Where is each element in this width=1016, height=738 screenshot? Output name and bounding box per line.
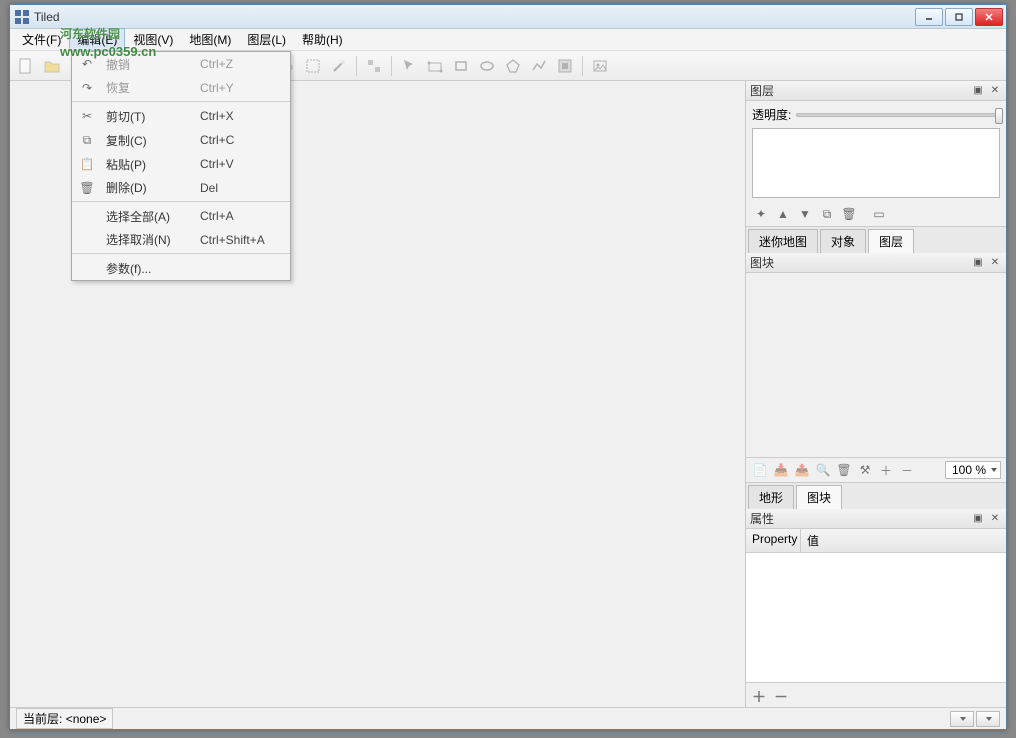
menubar: 文件(F) 编辑(E) 视图(V) 地图(M) 图层(L) 帮助(H) [10, 29, 1006, 51]
remove-prop-icon[interactable]: － [774, 687, 790, 703]
edit-dropdown: ↶撤销Ctrl+Z↷恢复Ctrl+Y✂剪切(T)Ctrl+X⧉复制(C)Ctrl… [71, 51, 291, 281]
opacity-slider[interactable] [796, 113, 1000, 117]
menu-file[interactable]: 文件(F) [14, 28, 69, 51]
insert-ellipse-icon[interactable] [475, 54, 499, 78]
delete-layer-icon[interactable]: 🗑 [840, 205, 858, 223]
insert-image-icon[interactable] [588, 54, 612, 78]
status-dropdown-1[interactable] [950, 711, 974, 727]
insert-tile-icon[interactable] [553, 54, 577, 78]
menu-item-剪切(T)[interactable]: ✂剪切(T)Ctrl+X [72, 104, 290, 128]
layers-title-text: 图层 [750, 82, 774, 99]
app-icon [14, 9, 30, 25]
props-title-text: 属性 [750, 510, 774, 527]
menu-help[interactable]: 帮助(H) [294, 28, 351, 51]
menu-layer[interactable]: 图层(L) [239, 28, 294, 51]
prop-header: Property 值 [746, 529, 1006, 553]
titlebar: Tiled [10, 5, 1006, 29]
edit-terrain-icon[interactable]: ⚒ [856, 461, 874, 479]
tiles-panel-title: 图块 ▣ ✕ [746, 253, 1006, 273]
menu-item-参数(f)...[interactable]: 参数(f)... [72, 256, 290, 280]
status-dropdown-2[interactable] [976, 711, 1000, 727]
add-tile-icon[interactable]: ＋ [877, 461, 895, 479]
new-tileset-icon[interactable]: 📄 [751, 461, 769, 479]
tab-objects[interactable]: 对象 [820, 229, 866, 253]
window-title: Tiled [34, 10, 915, 24]
close-tiles-icon[interactable]: ✕ [988, 256, 1002, 270]
insert-polyline-icon[interactable] [527, 54, 551, 78]
object-select-icon[interactable] [397, 54, 421, 78]
open-icon[interactable] [40, 54, 64, 78]
tab-layers[interactable]: 图层 [868, 229, 914, 253]
tileset-props-icon[interactable]: 🔍 [814, 461, 832, 479]
main-window: Tiled 文件(F) 编辑(E) 视图(V) 地图(M) 图层(L) 帮助(H… [9, 4, 1007, 730]
prop-col-name[interactable]: Property [746, 529, 801, 552]
insert-rect-icon[interactable] [449, 54, 473, 78]
layer-down-icon[interactable]: ▼ [796, 205, 814, 223]
delete-tileset-icon[interactable]: 🗑 [835, 461, 853, 479]
prop-col-value[interactable]: 值 [801, 529, 1006, 552]
close-props-icon[interactable]: ✕ [988, 512, 1002, 526]
statusbar: 当前层: <none> [10, 707, 1006, 729]
new-icon[interactable] [14, 54, 38, 78]
close-button[interactable] [975, 8, 1003, 26]
menu-item-粘贴(P)[interactable]: 📋粘贴(P)Ctrl+V [72, 152, 290, 176]
undock-icon[interactable]: ▣ [971, 84, 985, 98]
undo-icon: ↶ [78, 57, 96, 71]
import-tileset-icon[interactable]: 📥 [772, 461, 790, 479]
tab-terrain[interactable]: 地形 [748, 485, 794, 509]
new-layer-icon[interactable]: ✦ [752, 205, 770, 223]
menu-item-删除(D)[interactable]: 🗑删除(D)Del [72, 176, 290, 202]
tab-tiles[interactable]: 图块 [796, 485, 842, 509]
side-panels: 图层 ▣ ✕ 透明度: ✦ ▲ ▼ ⧉ 🗑 ▭ 迷你地图 对象 图层 [745, 81, 1006, 707]
props-panel-title: 属性 ▣ ✕ [746, 509, 1006, 529]
menu-map[interactable]: 地图(M) [181, 28, 239, 51]
cut-icon: ✂ [78, 109, 96, 123]
layer-list[interactable] [752, 128, 1000, 198]
layer-tab-strip: 迷你地图 对象 图层 [746, 226, 1006, 253]
menu-item-撤销[interactable]: ↶撤销Ctrl+Z [72, 52, 290, 76]
delete-icon: 🗑 [78, 181, 96, 195]
tile-tab-strip: 地形 图块 [746, 482, 1006, 509]
export-tileset-icon[interactable]: 📤 [793, 461, 811, 479]
undock-tiles-icon[interactable]: ▣ [971, 256, 985, 270]
menu-item-选择取消(N)[interactable]: 选择取消(N)Ctrl+Shift+A [72, 228, 290, 254]
paste-icon: 📋 [78, 157, 96, 171]
opacity-label: 透明度: [752, 106, 791, 123]
select-rect-icon[interactable] [301, 54, 325, 78]
select-same-icon[interactable] [362, 54, 386, 78]
magic-wand-icon[interactable] [327, 54, 351, 78]
layer-up-icon[interactable]: ▲ [774, 205, 792, 223]
status-layer: 当前层: <none> [16, 708, 113, 729]
menu-view[interactable]: 视图(V) [125, 28, 181, 51]
toggle-other-icon[interactable]: ▭ [870, 205, 888, 223]
menu-edit[interactable]: 编辑(E) [69, 28, 125, 51]
minimize-button[interactable] [915, 8, 943, 26]
tiles-title-text: 图块 [750, 254, 774, 271]
menu-item-复制(C)[interactable]: ⧉复制(C)Ctrl+C [72, 128, 290, 152]
undock-props-icon[interactable]: ▣ [971, 512, 985, 526]
props-body[interactable] [746, 553, 1006, 683]
close-panel-icon[interactable]: ✕ [988, 84, 1002, 98]
redo-icon: ↷ [78, 81, 96, 95]
menu-item-选择全部(A)[interactable]: 选择全部(A)Ctrl+A [72, 204, 290, 228]
zoom-select[interactable]: 100 % [945, 461, 1001, 479]
tiles-body[interactable] [746, 273, 1006, 457]
menu-item-恢复[interactable]: ↷恢复Ctrl+Y [72, 76, 290, 102]
tab-minimap[interactable]: 迷你地图 [748, 229, 818, 253]
remove-tile-icon[interactable]: － [898, 461, 916, 479]
layers-panel-title: 图层 ▣ ✕ [746, 81, 1006, 101]
add-prop-icon[interactable]: ＋ [752, 687, 768, 703]
duplicate-layer-icon[interactable]: ⧉ [818, 205, 836, 223]
copy-icon: ⧉ [78, 133, 96, 148]
insert-polygon-icon[interactable] [501, 54, 525, 78]
object-edit-icon[interactable] [423, 54, 447, 78]
maximize-button[interactable] [945, 8, 973, 26]
